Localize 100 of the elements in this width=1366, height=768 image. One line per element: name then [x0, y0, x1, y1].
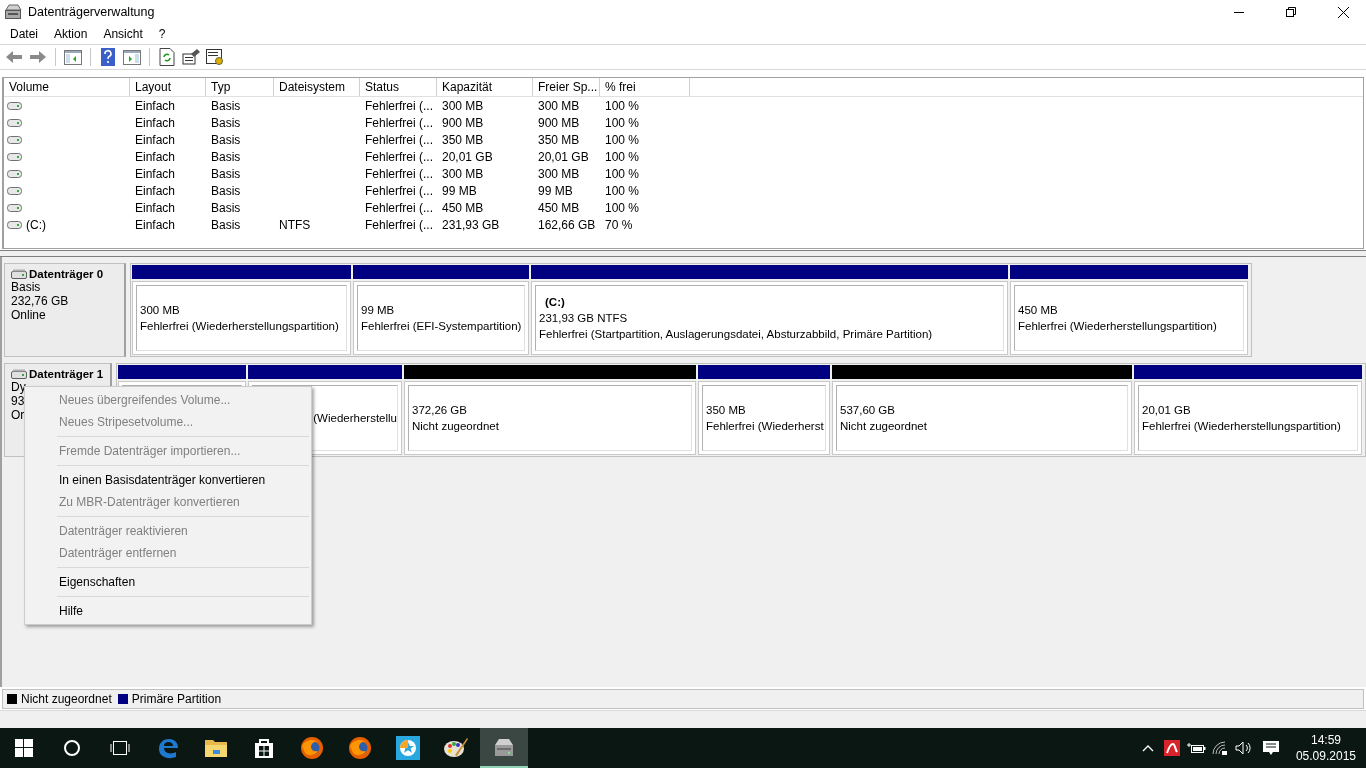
settings-icon[interactable] [205, 47, 225, 67]
partition-status: Nicht zugeordnet [840, 419, 928, 434]
table-cell: 900 MB [442, 115, 484, 130]
table-cell: Basis [211, 98, 241, 113]
partition-size: 99 MB [361, 303, 396, 318]
table-cell: Fehlerfrei (... [365, 98, 433, 113]
partition-status: Fehlerfrei (Wiederherstellungspartition) [140, 319, 340, 334]
drive-icon [7, 118, 22, 127]
table-cell: Einfach [135, 217, 176, 232]
column-header[interactable]: Freier Sp... [533, 78, 600, 96]
table-cell: 100 % [605, 115, 640, 130]
table-cell: 99 MB [442, 183, 477, 198]
table-cell: 20,01 GB [442, 149, 493, 164]
tree-pane-button[interactable] [63, 47, 83, 67]
table-cell: Basis [211, 183, 241, 198]
properties-icon[interactable] [181, 47, 201, 67]
table-cell: Einfach [135, 183, 176, 198]
menu-item[interactable]: Datei [2, 27, 46, 41]
table-cell: Einfach [135, 149, 176, 164]
table-cell: Basis [211, 149, 241, 164]
table-cell: Fehlerfrei (... [365, 217, 433, 232]
legend-label: Primäre Partition [131, 692, 222, 706]
table-cell: Basis [211, 115, 241, 130]
table-cell: Basis [211, 217, 241, 232]
partition-status: Fehlerfrei (EFI-Systempartition) [361, 319, 521, 334]
table-cell: Fehlerfrei (... [365, 200, 433, 215]
circle-icon [63, 739, 81, 757]
disk-info: Online [11, 308, 46, 322]
table-cell: Fehlerfrei (... [365, 132, 433, 147]
windows-logo-icon [15, 739, 33, 757]
table-cell: Einfach [135, 132, 176, 147]
browser-icon [156, 736, 180, 760]
drive-icon [7, 152, 22, 161]
partition-size: 372,26 GB [412, 403, 468, 418]
table-cell: Fehlerfrei (... [365, 115, 433, 130]
disk-info: 232,76 GB [11, 294, 69, 308]
partition-size: 20,01 GB [1142, 403, 1192, 418]
help-button[interactable] [98, 47, 118, 67]
table-cell: 300 MB [442, 166, 484, 181]
menu-entry[interactable]: Hilfe [25, 600, 311, 622]
disk-name: Datenträger 1 [29, 368, 104, 380]
action-pane-button[interactable] [122, 47, 142, 67]
partition-size: 300 MB [140, 303, 181, 318]
table-cell: 300 MB [538, 166, 580, 181]
menu-entry[interactable]: Eigenschaften [25, 571, 311, 593]
refresh-icon[interactable] [157, 47, 177, 67]
table-cell: 900 MB [538, 115, 580, 130]
table-cell: 350 MB [538, 132, 580, 147]
close-icon [1337, 6, 1349, 18]
table-cell: Einfach [135, 98, 176, 113]
column-header[interactable]: Layout [130, 78, 206, 96]
drive-icon [7, 101, 22, 110]
disk-label-panel[interactable]: Datenträger 0 Basis 232,76 GB Online [4, 263, 126, 357]
table-cell: 70 % [605, 217, 633, 232]
menu-item[interactable]: ? [150, 27, 174, 41]
column-header[interactable]: Status [360, 78, 437, 96]
drive-icon [7, 135, 22, 144]
table-cell: 162,66 GB [538, 217, 596, 232]
disk-name: Datenträger 0 [29, 268, 104, 280]
table-cell: Basis [211, 132, 241, 147]
partition-status: Fehlerfrei (Wiederherstellungspartition) [1142, 419, 1342, 434]
disk-info: Dy [11, 380, 26, 394]
partition-label: (C:) [544, 295, 566, 310]
partition-status: Nicht zugeordnet [412, 419, 500, 434]
table-cell: (C:) [26, 217, 46, 232]
partition-status: Fehlerfrei (Wiederherstellungspartition) [1018, 319, 1218, 334]
partition-status: (Wiederherstellu [313, 411, 397, 426]
table-cell: 99 MB [538, 183, 573, 198]
table-cell: NTFS [279, 217, 311, 232]
disk-info: 93 [11, 394, 25, 408]
table-cell: Einfach [135, 115, 176, 130]
drive-icon [7, 169, 22, 178]
table-cell: 450 MB [442, 200, 484, 215]
table-cell: 100 % [605, 200, 640, 215]
column-header[interactable]: Dateisystem [274, 78, 360, 96]
clock[interactable]: 14:59 05.09.2015 [1285, 732, 1366, 764]
menu-entry[interactable]: In einen Basisdatenträger konvertieren [25, 469, 311, 491]
drive-icon [7, 220, 22, 229]
taskbar-app[interactable] [480, 728, 528, 768]
legend-label: Nicht zugeordnet [21, 692, 112, 706]
shopping-bag-icon [253, 737, 275, 759]
disk-info: Basis [11, 280, 41, 294]
partition-size: 350 MB [706, 403, 747, 418]
menu-item[interactable]: Ansicht [95, 27, 151, 41]
column-header[interactable]: Volume [4, 78, 130, 96]
splitter[interactable] [0, 250, 1366, 257]
column-header[interactable]: Kapazität [437, 78, 533, 96]
column-header[interactable]: Typ [206, 78, 274, 96]
table-cell: 100 % [605, 132, 640, 147]
task-view-icon [109, 740, 131, 756]
fox-globe-icon [348, 736, 372, 760]
column-header[interactable]: % frei [600, 78, 690, 96]
table-cell: 100 % [605, 166, 640, 181]
window-title: Datenträgerverwaltung [28, 5, 156, 19]
restore-icon [1286, 7, 1296, 17]
table-cell: Basis [211, 166, 241, 181]
table-cell: 100 % [605, 98, 640, 113]
table-cell: Basis [211, 200, 241, 215]
palette-icon [443, 736, 469, 760]
menu-item[interactable]: Aktion [46, 27, 96, 41]
